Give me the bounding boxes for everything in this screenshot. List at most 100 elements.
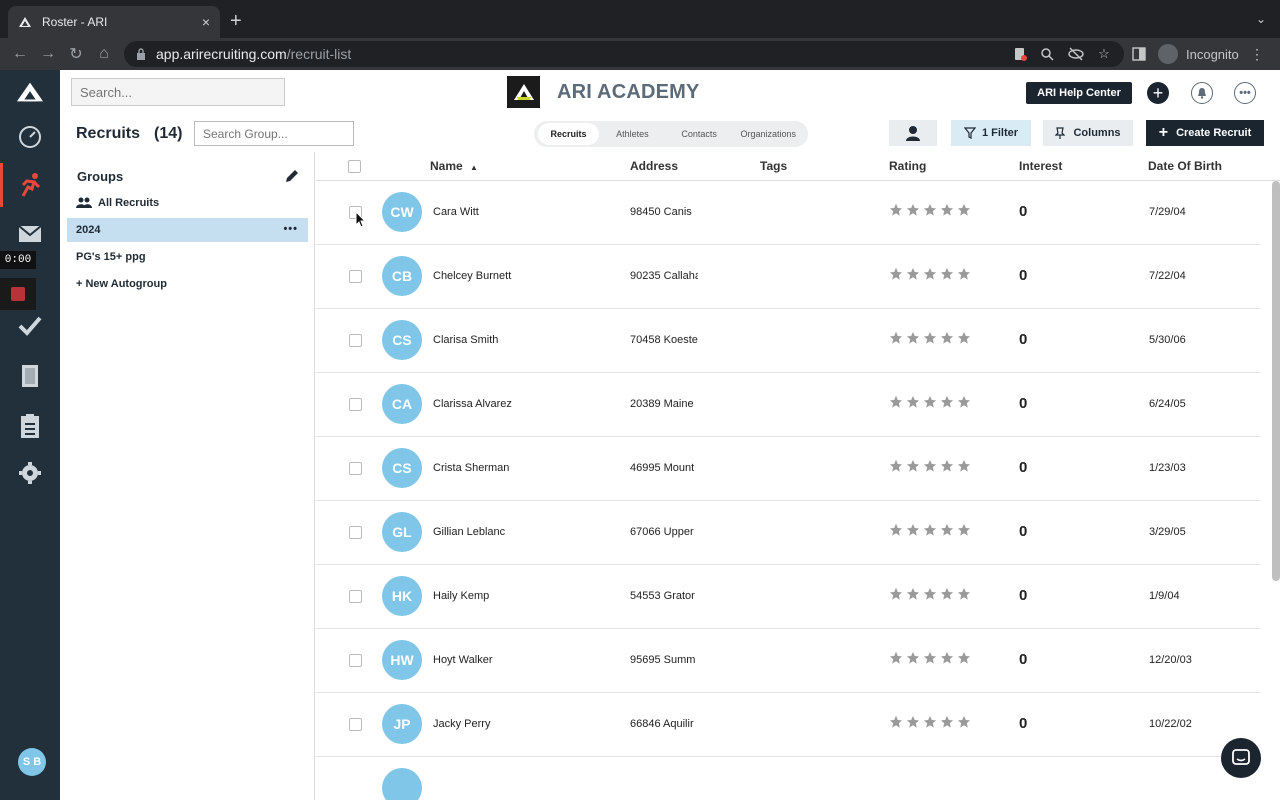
filter-button[interactable]: 1 Filter (951, 120, 1031, 146)
column-header-address[interactable]: Address (630, 159, 678, 173)
rating-stars[interactable] (889, 203, 971, 222)
tab-organizations[interactable]: Organizations (732, 123, 804, 145)
forward-arrow-icon[interactable]: → (36, 42, 60, 66)
avatar[interactable] (382, 768, 422, 800)
star-icon[interactable] (889, 395, 903, 414)
star-icon[interactable] (940, 395, 954, 414)
star-icon[interactable] (957, 459, 971, 478)
columns-button[interactable]: Columns (1043, 120, 1133, 146)
star-icon[interactable] (923, 331, 937, 350)
recording-stop-button[interactable] (0, 278, 36, 310)
star-icon[interactable] (923, 587, 937, 606)
rating-stars[interactable] (889, 651, 971, 670)
browser-menu-icon[interactable]: ⋮ (1250, 46, 1264, 63)
star-icon[interactable] (923, 459, 937, 478)
recruit-name[interactable]: Crista Sherman (433, 462, 509, 474)
star-icon[interactable] (940, 267, 954, 286)
clipboard-icon[interactable] (16, 412, 44, 440)
star-icon[interactable] (957, 331, 971, 350)
avatar[interactable]: CS (382, 448, 422, 488)
avatar[interactable]: CA (382, 384, 422, 424)
row-checkbox[interactable] (349, 398, 362, 411)
star-icon[interactable] (889, 459, 903, 478)
select-all-checkbox[interactable] (348, 160, 361, 173)
side-panel-icon[interactable] (1129, 44, 1149, 64)
home-icon[interactable]: ⌂ (92, 42, 116, 66)
star-icon[interactable] (957, 395, 971, 414)
table-row[interactable]: CS Crista Sherman 46995 Mount 0 1/23/03 (316, 437, 1260, 501)
row-checkbox[interactable] (349, 526, 362, 539)
star-icon[interactable] (906, 523, 920, 542)
rating-stars[interactable] (889, 587, 971, 606)
star-icon[interactable] (957, 267, 971, 286)
rating-stars[interactable] (889, 715, 971, 734)
row-checkbox[interactable] (349, 462, 362, 475)
reload-icon[interactable]: ↻ (64, 42, 88, 66)
star-icon[interactable] (906, 459, 920, 478)
recruit-name[interactable]: Cara Witt (433, 206, 479, 218)
table-row[interactable]: JP Jacky Perry 66846 Aquilir 0 10/22/02 (316, 693, 1260, 757)
star-icon[interactable] (906, 651, 920, 670)
back-arrow-icon[interactable]: ← (8, 42, 32, 66)
bookmark-star-icon[interactable]: ☆ (1094, 44, 1114, 64)
star-icon[interactable] (957, 523, 971, 542)
address-bar[interactable]: app.arirecruiting.com/recruit-list (124, 41, 1124, 67)
star-icon[interactable] (889, 651, 903, 670)
settings-gear-icon[interactable] (16, 459, 44, 487)
table-row[interactable]: HK Haily Kemp 54553 Grator 0 1/9/04 (316, 565, 1260, 629)
group-item-2024[interactable]: 2024 ••• (67, 218, 308, 242)
star-icon[interactable] (940, 331, 954, 350)
add-button[interactable]: + (1147, 82, 1169, 104)
avatar[interactable]: HW (382, 640, 422, 680)
rating-stars[interactable] (889, 267, 971, 286)
new-autogroup-link[interactable]: + New Autogroup (67, 272, 308, 296)
table-row[interactable]: CA Clarissa Alvarez 20389 Maine 0 6/24/0… (316, 373, 1260, 437)
avatar[interactable]: JP (382, 704, 422, 744)
tab-contacts[interactable]: Contacts (666, 123, 733, 145)
global-search-input[interactable] (71, 78, 285, 106)
browser-tab[interactable]: Roster - ARI × (8, 6, 220, 38)
table-row[interactable]: CB Chelcey Burnett 90235 Callaha 0 7/22/… (316, 245, 1260, 309)
group-item-pgs-15-ppg[interactable]: PG's 15+ ppg (67, 245, 308, 269)
star-icon[interactable] (923, 267, 937, 286)
star-icon[interactable] (889, 267, 903, 286)
rating-stars[interactable] (889, 331, 971, 350)
star-icon[interactable] (906, 203, 920, 222)
row-checkbox[interactable] (349, 334, 362, 347)
star-icon[interactable] (889, 587, 903, 606)
checkmark-icon[interactable] (16, 312, 44, 340)
star-icon[interactable] (957, 651, 971, 670)
column-header-dob[interactable]: Date Of Birth (1148, 159, 1222, 173)
mail-icon[interactable] (16, 220, 44, 248)
help-center-button[interactable]: ARI Help Center (1026, 82, 1132, 104)
blocked-popup-icon[interactable] (1010, 44, 1030, 64)
eye-off-icon[interactable] (1066, 44, 1086, 64)
avatar[interactable]: HK (382, 576, 422, 616)
recruit-name[interactable]: Clarissa Alvarez (433, 398, 512, 410)
dashboard-gauge-icon[interactable] (16, 123, 44, 151)
group-item-all-recruits[interactable]: All Recruits (67, 191, 308, 215)
notifications-bell-icon[interactable] (1191, 82, 1213, 104)
column-header-interest[interactable]: Interest (1019, 159, 1062, 173)
star-icon[interactable] (889, 523, 903, 542)
star-icon[interactable] (906, 267, 920, 286)
tab-close-icon[interactable]: × (202, 14, 210, 30)
user-avatar[interactable]: S B (18, 748, 46, 776)
rating-stars[interactable] (889, 395, 971, 414)
column-header-tags[interactable]: Tags (760, 159, 787, 173)
recruit-name[interactable]: Haily Kemp (433, 590, 489, 602)
zoom-icon[interactable] (1037, 44, 1057, 64)
avatar[interactable]: GL (382, 512, 422, 552)
tab-recruits[interactable]: Recruits (538, 123, 600, 145)
star-icon[interactable] (940, 523, 954, 542)
star-icon[interactable] (923, 715, 937, 734)
rating-stars[interactable] (889, 459, 971, 478)
star-icon[interactable] (940, 651, 954, 670)
star-icon[interactable] (957, 715, 971, 734)
table-scrollbar[interactable] (1272, 181, 1280, 581)
group-more-icon[interactable]: ••• (283, 223, 298, 235)
table-row[interactable]: CS Clarisa Smith 70458 Koeste 0 5/30/06 (316, 309, 1260, 373)
column-header-rating[interactable]: Rating (889, 159, 926, 173)
star-icon[interactable] (940, 587, 954, 606)
table-row[interactable] (316, 757, 1260, 800)
